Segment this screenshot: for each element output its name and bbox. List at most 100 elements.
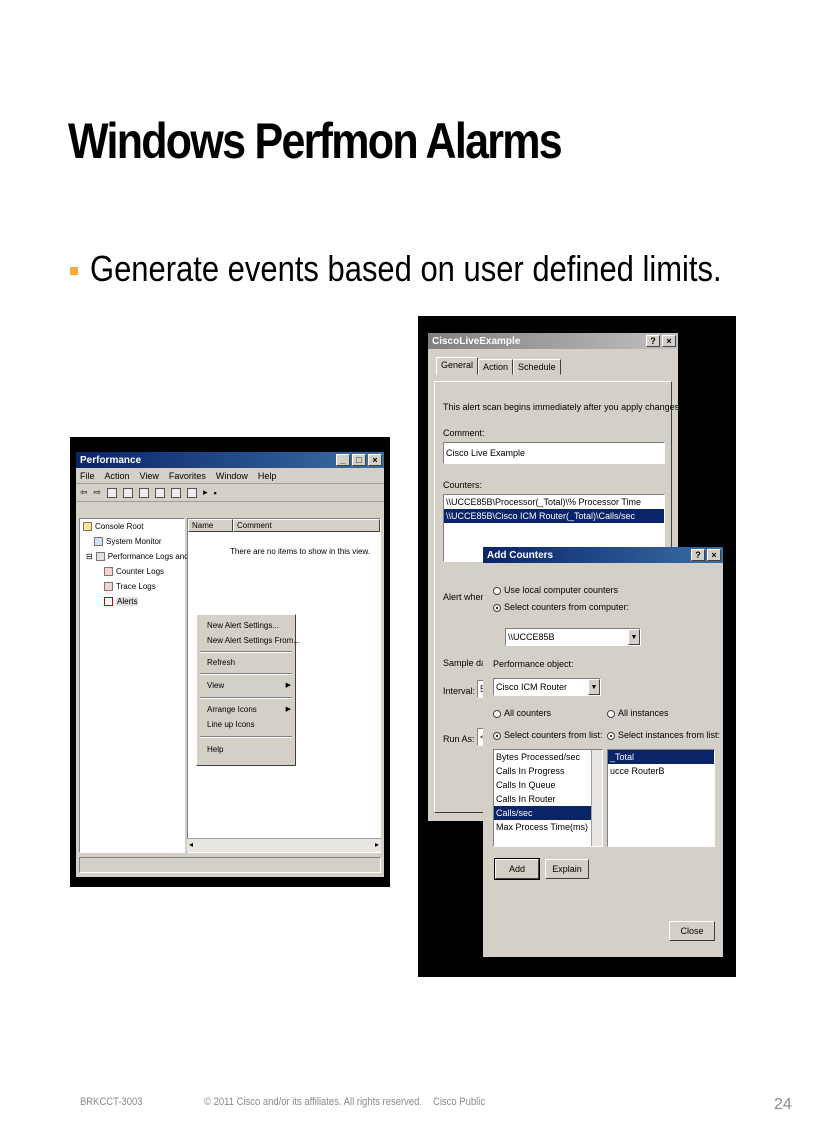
list-item[interactable]: Calls/sec	[494, 806, 591, 820]
menu-file[interactable]: File	[80, 471, 95, 481]
list-item[interactable]: _Total	[608, 750, 714, 764]
export-list-icon[interactable]	[155, 487, 166, 498]
perf-object-select[interactable]: Cisco ICM Router ▼	[493, 678, 601, 696]
radio-icon	[607, 709, 615, 718]
add-counters-title: Add Counters	[487, 549, 554, 561]
stop-icon[interactable]: ▪	[214, 488, 217, 498]
menu-item-help[interactable]: Help	[207, 745, 223, 754]
use-local-radio[interactable]: Use local computer counters	[493, 585, 618, 595]
menu-item-new-alert-settings[interactable]: New Alert Settings...	[207, 621, 279, 630]
interval-label: Interval:	[443, 686, 476, 696]
tree-item-counter-logs[interactable]: Counter Logs	[104, 567, 164, 576]
tree-item-alerts[interactable]: Alerts	[104, 597, 139, 606]
submenu-arrow-icon: ▶	[285, 706, 291, 713]
back-arrow-icon[interactable]: ⇦	[80, 487, 88, 498]
new-alert-icon[interactable]	[187, 487, 198, 498]
list-item[interactable]: Bytes Processed/sec	[494, 750, 602, 764]
column-comment[interactable]: Comment	[233, 519, 380, 532]
monitor-chart-icon	[94, 537, 103, 546]
menu-action[interactable]: Action	[105, 471, 130, 481]
computer-select[interactable]: \\UCCE85B ▼	[505, 628, 641, 646]
list-item[interactable]: Max Process Time(ms)	[494, 820, 602, 834]
play-icon[interactable]: ▸	[203, 487, 208, 498]
column-name[interactable]: Name	[188, 519, 233, 532]
footer-classification: Cisco Public	[433, 1096, 486, 1108]
perfmon-titlebar[interactable]: Performance _ □ ×	[76, 452, 384, 468]
radio-selected-icon	[493, 603, 501, 612]
comment-input[interactable]: Cisco Live Example	[443, 442, 665, 464]
collapse-icon[interactable]: ⊟	[86, 552, 93, 561]
chevron-down-icon[interactable]: ▼	[588, 679, 600, 695]
tree-item-system-monitor[interactable]: System Monitor	[94, 537, 162, 546]
status-bar	[79, 857, 381, 873]
up-folder-icon[interactable]	[107, 487, 118, 498]
list-item[interactable]: \\UCCE85B\Processor(_Total)\% Processor …	[444, 495, 664, 509]
tab-schedule[interactable]: Schedule	[513, 359, 561, 375]
perfmon-toolbar: ⇦ ⇨ ▸ ▪	[76, 484, 384, 502]
tree-item-console-root[interactable]: Console Root	[83, 522, 143, 531]
comment-label: Comment:	[443, 428, 485, 438]
instances-listbox[interactable]: _Total ucce RouterB	[607, 749, 715, 847]
chevron-down-icon[interactable]: ▼	[628, 629, 640, 645]
select-from-computer-radio[interactable]: Select counters from computer:	[493, 602, 629, 612]
empty-list-message: There are no items to show in this view.	[230, 547, 371, 556]
counters-listbox[interactable]: Bytes Processed/sec Calls In Progress Ca…	[493, 749, 603, 847]
menu-help[interactable]: Help	[258, 471, 277, 481]
menu-item-view[interactable]: View	[207, 681, 224, 690]
menu-item-arrange-icons[interactable]: Arrange Icons	[207, 705, 257, 714]
bullet-square-icon	[70, 267, 78, 275]
menu-item-new-alert-settings-from[interactable]: New Alert Settings From...	[207, 636, 300, 645]
forward-arrow-icon[interactable]: ⇨	[94, 487, 102, 498]
menu-item-refresh[interactable]: Refresh	[207, 658, 235, 667]
menu-separator	[200, 697, 292, 699]
submenu-arrow-icon: ▶	[285, 682, 291, 689]
menu-favorites[interactable]: Favorites	[169, 471, 206, 481]
maximize-button[interactable]: □	[352, 454, 366, 466]
footer-copyright: © 2011 Cisco and/or its affiliates. All …	[204, 1096, 422, 1108]
explain-button[interactable]: Explain	[545, 859, 589, 879]
menu-view[interactable]: View	[140, 471, 159, 481]
close-button[interactable]: ×	[368, 454, 382, 466]
bullet-row: Generate events based on user defined li…	[70, 248, 816, 290]
menu-separator	[200, 651, 292, 653]
perfmon-title: Performance	[80, 454, 142, 466]
tab-general[interactable]: General	[436, 357, 479, 375]
menu-separator	[200, 673, 292, 675]
tree-item-trace-logs[interactable]: Trace Logs	[104, 582, 156, 591]
perf-object-label: Performance object:	[493, 659, 574, 669]
alert-dialog-titlebar[interactable]: CiscoLiveExample ? ×	[428, 333, 678, 349]
all-instances-radio[interactable]: All instances	[607, 708, 669, 718]
menu-item-line-up-icons[interactable]: Line up Icons	[207, 720, 255, 729]
help-button[interactable]: ?	[646, 335, 660, 347]
properties-icon[interactable]	[139, 487, 150, 498]
list-item[interactable]: Calls In Progress	[494, 764, 602, 778]
list-header: Name Comment	[188, 519, 380, 532]
list-item[interactable]: ucce RouterB	[608, 764, 714, 778]
horizontal-scrollbar[interactable]: ◂ ▸	[187, 838, 381, 852]
page-number: 24	[774, 1096, 792, 1113]
scroll-left-icon[interactable]: ◂	[189, 840, 193, 849]
radio-icon	[493, 709, 501, 718]
run-as-label: Run As:	[443, 734, 475, 744]
show-tree-icon[interactable]	[123, 487, 134, 498]
select-instances-radio[interactable]: Select instances from list:	[607, 730, 720, 740]
add-counters-titlebar[interactable]: Add Counters ? ×	[483, 547, 723, 563]
help-button[interactable]: ?	[691, 549, 705, 561]
add-button[interactable]: Add	[494, 858, 540, 880]
close-button[interactable]: ×	[662, 335, 676, 347]
help-icon[interactable]	[171, 487, 182, 498]
list-item[interactable]: Calls In Router	[494, 792, 602, 806]
minimize-button[interactable]: _	[336, 454, 350, 466]
footer-session-code: BRKCCT-3003	[80, 1096, 143, 1108]
close-button[interactable]: ×	[707, 549, 721, 561]
scroll-right-icon[interactable]: ▸	[375, 840, 379, 849]
list-item[interactable]: Calls In Queue	[494, 778, 602, 792]
close-dialog-button[interactable]: Close	[669, 921, 715, 941]
vertical-scrollbar[interactable]	[591, 750, 602, 846]
list-item[interactable]: \\UCCE85B\Cisco ICM Router(_Total)\Calls…	[444, 509, 664, 523]
menu-window[interactable]: Window	[216, 471, 248, 481]
select-from-list-radio[interactable]: Select counters from list:	[493, 730, 603, 740]
tab-action[interactable]: Action	[478, 359, 514, 375]
all-counters-radio[interactable]: All counters	[493, 708, 551, 718]
console-tree: Console Root System Monitor ⊟ Performanc…	[79, 518, 211, 853]
